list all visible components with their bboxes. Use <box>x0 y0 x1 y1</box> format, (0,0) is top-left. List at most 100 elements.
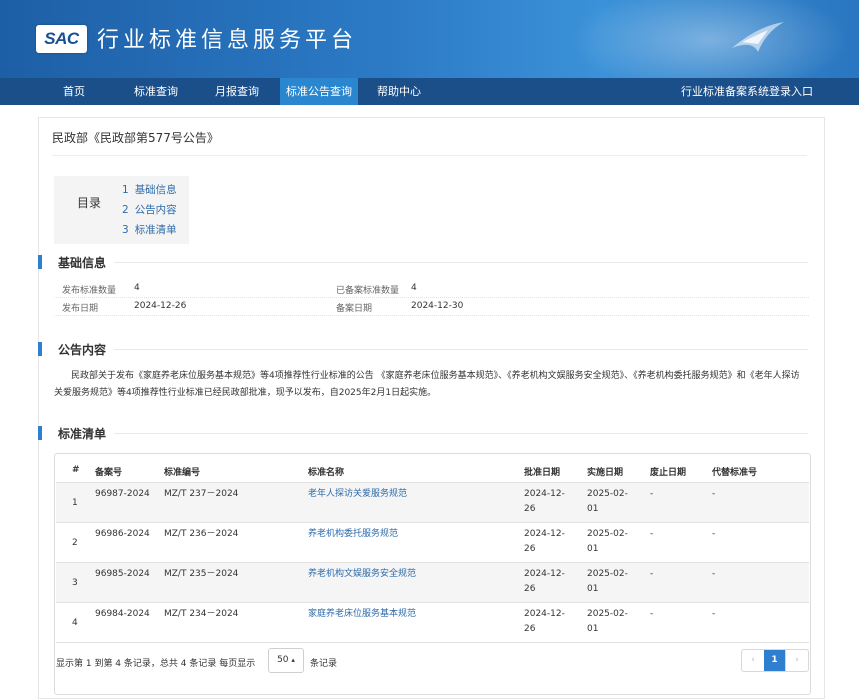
cell-approve-date-line2: 26 <box>524 624 536 634</box>
sac-logo[interactable]: SAC <box>36 25 87 53</box>
banner-glow <box>560 0 859 78</box>
caret-up-icon: ▴ <box>291 656 295 664</box>
cell-abolish-date: - <box>650 569 654 579</box>
page-size-select[interactable]: 50 ▴ <box>268 648 304 673</box>
cell-replace-code: - <box>712 489 716 499</box>
cell-implement-date-line1: 2025-02- <box>587 489 628 499</box>
cell-index: 1 <box>72 498 78 508</box>
cell-implement-date-line1: 2025-02- <box>587 529 628 539</box>
nav-announcement-search[interactable]: 标准公告查询 <box>280 78 358 105</box>
nav-home[interactable]: 首页 <box>63 78 85 105</box>
toc-item-label: 标准清单 <box>134 224 177 236</box>
cell-approve-date-line1: 2024-12- <box>524 569 565 579</box>
table-row-divider <box>56 642 809 643</box>
cell-standard-code: MZ/T 236－2024 <box>164 529 239 539</box>
section-divider <box>114 349 808 350</box>
toc-item-number: 1 <box>122 184 129 196</box>
standard-name-link[interactable]: 家庭养老床位服务基本规范 <box>308 607 416 622</box>
logo-text: SAC <box>44 29 79 48</box>
cell-implement-date-line2: 01 <box>587 584 599 594</box>
column-header-abolish-date: 废止日期 <box>650 468 687 478</box>
cell-implement-date-line1: 2025-02- <box>587 609 628 619</box>
cell-index: 3 <box>72 578 78 588</box>
cell-implement-date-line2: 01 <box>587 504 599 514</box>
page-title: 民政部《民政部第577号公告》 <box>52 131 219 145</box>
toc-item-standards[interactable]: 3 标准清单 <box>122 222 177 237</box>
column-header-standard-code: 标准编号 <box>164 468 201 478</box>
cell-implement-date-line2: 01 <box>587 544 599 554</box>
nav-help-center[interactable]: 帮助中心 <box>377 78 421 105</box>
column-header-standard-name: 标准名称 <box>308 468 345 478</box>
nav-filing-login-link[interactable]: 行业标准备案系统登录入口 <box>681 78 813 105</box>
filed-count-label: 已备案标准数量 <box>336 286 400 296</box>
cell-implement-date-line1: 2025-02- <box>587 569 628 579</box>
standard-name-link[interactable]: 养老机构委托服务规范 <box>308 527 398 542</box>
header-banner: SAC 行业标准信息服务平台 <box>0 0 859 78</box>
toc-label: 目录 <box>77 196 102 210</box>
site-title: 行业标准信息服务平台 <box>97 28 358 53</box>
cell-implement-date: 2025-02- 01 <box>587 567 628 597</box>
toc-item-notice[interactable]: 2 公告内容 <box>122 202 177 217</box>
cell-approve-date-line2: 26 <box>524 504 536 514</box>
info-row-divider <box>54 315 809 316</box>
cell-record-no: 96987-2024 <box>95 489 150 499</box>
column-header-replace-code: 代替标准号 <box>712 468 758 478</box>
cell-approve-date-line1: 2024-12- <box>524 489 565 499</box>
section-marker <box>38 426 42 440</box>
section-marker <box>38 342 42 356</box>
title-divider <box>52 155 807 156</box>
next-page-button[interactable]: › <box>785 650 808 671</box>
column-header-index: # <box>72 465 80 475</box>
cell-replace-code: - <box>712 529 716 539</box>
column-header-implement-date: 实施日期 <box>587 468 624 478</box>
section-title-notice: 公告内容 <box>58 343 107 357</box>
page-size-value: 50 <box>277 655 289 665</box>
section-title-standards: 标准清单 <box>58 427 107 441</box>
cell-implement-date: 2025-02- 01 <box>587 527 628 557</box>
cell-approve-date: 2024-12- 26 <box>524 527 565 557</box>
pagination-summary: 显示第 1 到第 4 条记录，总共 4 条记录 每页显示 <box>56 659 256 669</box>
cell-approve-date: 2024-12- 26 <box>524 607 565 637</box>
cell-abolish-date: - <box>650 489 654 499</box>
cell-implement-date: 2025-02- 01 <box>587 487 628 517</box>
cell-standard-code: MZ/T 237－2024 <box>164 489 239 499</box>
prev-page-button[interactable]: ‹ <box>742 650 764 671</box>
cell-abolish-date: - <box>650 529 654 539</box>
cell-abolish-date: - <box>650 609 654 619</box>
cell-index: 4 <box>72 618 78 628</box>
toc-item-label: 基础信息 <box>134 184 177 196</box>
cell-replace-code: - <box>712 569 716 579</box>
nav-monthly-report[interactable]: 月报查询 <box>215 78 259 105</box>
section-divider <box>114 433 808 434</box>
filing-date-label: 备案日期 <box>336 304 373 314</box>
cell-standard-code: MZ/T 235－2024 <box>164 569 239 579</box>
section-marker <box>38 255 42 269</box>
info-row-divider <box>54 297 809 298</box>
column-header-record-no: 备案号 <box>95 468 123 478</box>
toc-item-basic-info[interactable]: 1 基础信息 <box>122 182 177 197</box>
swoosh-logo-icon <box>732 22 784 52</box>
filed-count-value: 4 <box>411 283 417 293</box>
cell-record-no: 96985-2024 <box>95 569 150 579</box>
cell-replace-code: - <box>712 609 716 619</box>
notice-text: 民政部关于发布《家庭养老床位服务基本规范》等4项推荐性行业标准的公告 《家庭养老… <box>54 371 800 398</box>
cell-approve-date-line2: 26 <box>524 584 536 594</box>
toc-item-number: 3 <box>122 224 129 236</box>
cell-index: 2 <box>72 538 78 548</box>
standard-name-link[interactable]: 养老机构文娱服务安全规范 <box>308 567 416 582</box>
cell-approve-date: 2024-12- 26 <box>524 487 565 517</box>
toc-item-label: 公告内容 <box>134 204 177 216</box>
publish-count-value: 4 <box>134 283 140 293</box>
cell-implement-date-line2: 01 <box>587 624 599 634</box>
page-1-button[interactable]: 1 <box>764 650 785 671</box>
section-title-basic-info: 基础信息 <box>58 256 107 270</box>
column-header-approve-date: 批准日期 <box>524 468 561 478</box>
standard-name-link[interactable]: 老年人探访关爱服务规范 <box>308 487 407 502</box>
cell-approve-date-line1: 2024-12- <box>524 529 565 539</box>
cell-standard-code: MZ/T 234－2024 <box>164 609 239 619</box>
toc-item-number: 2 <box>122 204 129 216</box>
cell-approve-date-line1: 2024-12- <box>524 609 565 619</box>
publish-date-value: 2024-12-26 <box>134 301 187 311</box>
publish-count-label: 发布标准数量 <box>62 286 117 296</box>
nav-standard-search[interactable]: 标准查询 <box>134 78 178 105</box>
